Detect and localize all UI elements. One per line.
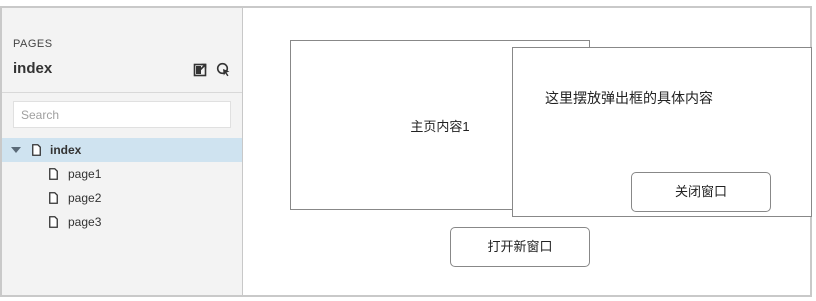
pages-sidebar: PAGES index index page1 bbox=[2, 8, 243, 295]
page-icon bbox=[49, 216, 58, 228]
tree-item-page1[interactable]: page1 bbox=[2, 162, 242, 186]
search-input[interactable] bbox=[13, 101, 231, 128]
current-page-title: index bbox=[13, 60, 53, 77]
locate-page-icon[interactable] bbox=[216, 62, 231, 77]
page-icon bbox=[32, 144, 41, 156]
page-icon bbox=[49, 192, 58, 204]
popup-content-text: 这里摆放弹出框的具体内容 bbox=[545, 90, 713, 106]
pages-section-label: PAGES bbox=[13, 38, 53, 50]
tree-item-page2[interactable]: page2 bbox=[2, 186, 242, 210]
open-new-window-button[interactable]: 打开新窗口 bbox=[450, 227, 590, 267]
popup-dialog: 这里摆放弹出框的具体内容 关闭窗口 bbox=[512, 47, 812, 217]
page-icon bbox=[49, 168, 58, 180]
tree-item-label: page1 bbox=[68, 167, 102, 181]
sidebar-divider bbox=[2, 92, 242, 93]
prototype-viewer: PAGES index index page1 bbox=[0, 6, 812, 297]
prototype-canvas: 主页内容1 这里摆放弹出框的具体内容 关闭窗口 打开新窗口 bbox=[243, 8, 812, 295]
expand-caret-icon[interactable] bbox=[11, 147, 21, 153]
tree-item-page3[interactable]: page3 bbox=[2, 210, 242, 234]
tree-item-label: index bbox=[50, 143, 82, 157]
export-icon[interactable] bbox=[193, 62, 208, 77]
tree-item-index[interactable]: index bbox=[2, 138, 242, 162]
close-window-button[interactable]: 关闭窗口 bbox=[631, 172, 771, 212]
tree-item-label: page3 bbox=[68, 215, 102, 229]
tree-item-label: page2 bbox=[68, 191, 102, 205]
